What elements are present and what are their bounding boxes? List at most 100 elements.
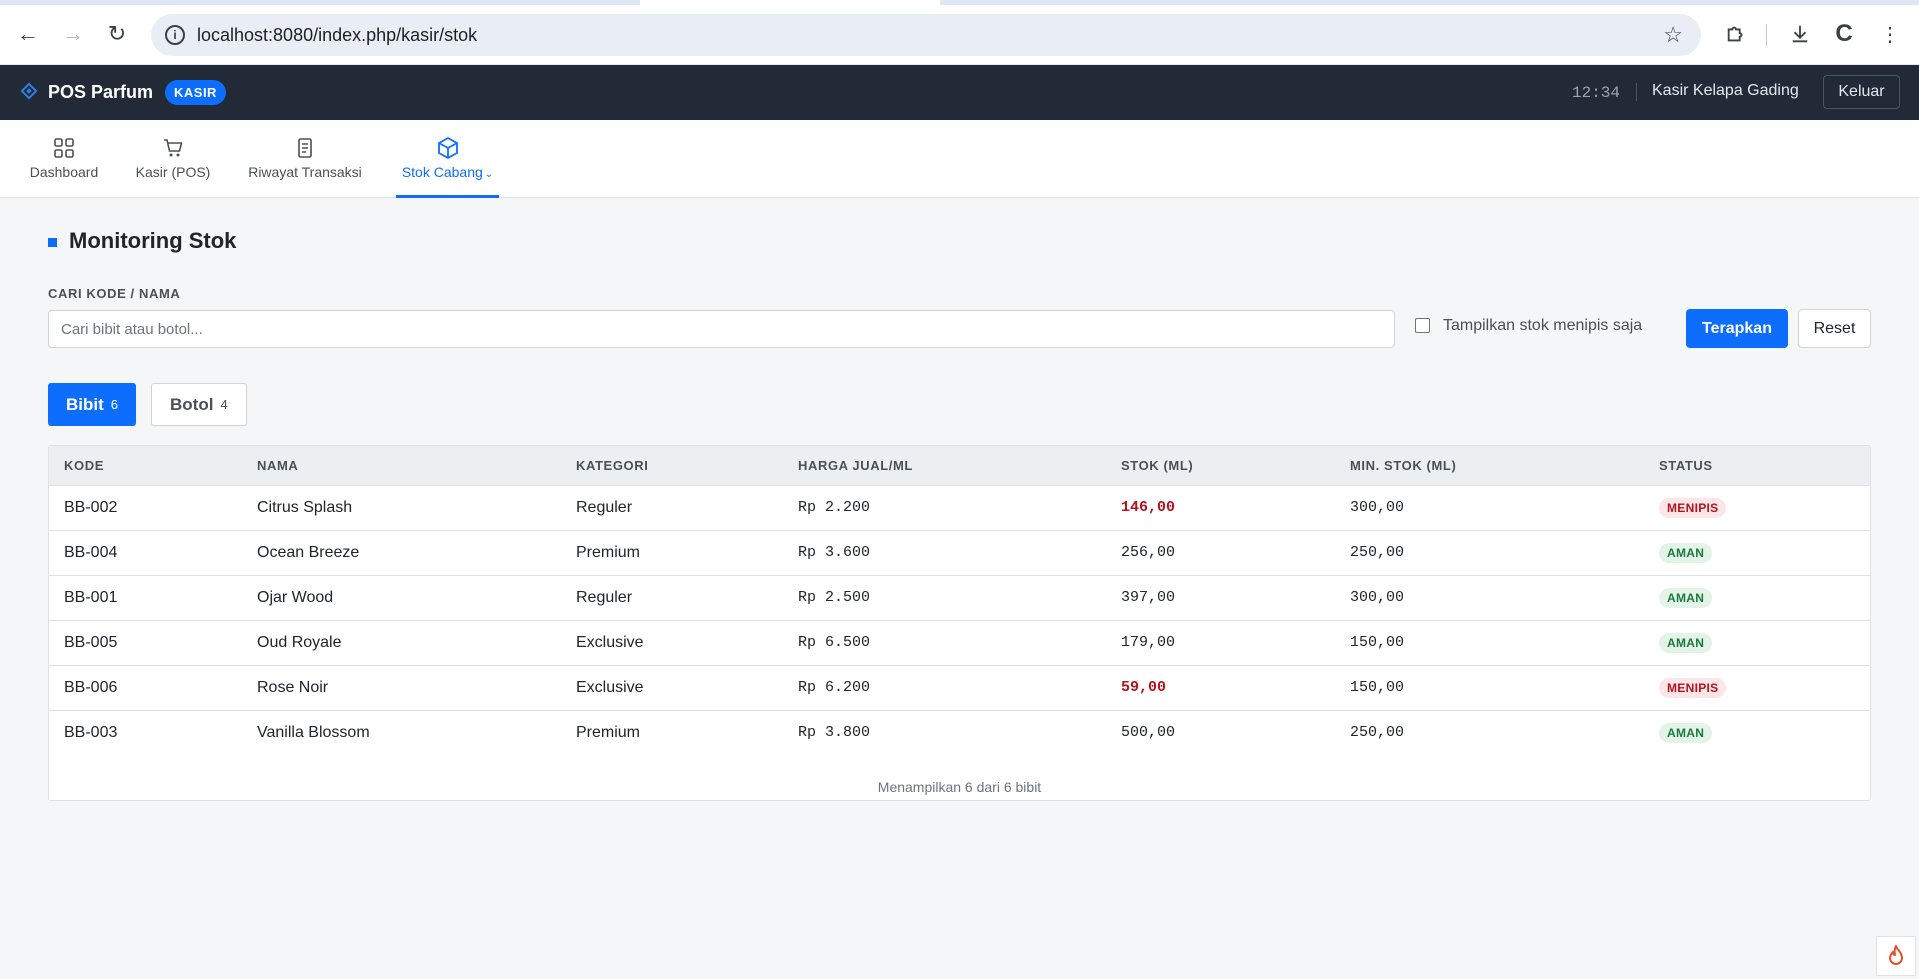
stock-table-card: KODE NAMA KATEGORI HARGA JUAL/ML STOK (M… [48, 445, 1871, 801]
cell-harga: Rp 3.800 [798, 724, 871, 742]
nav-item-stok-cabang[interactable]: Stok Cabang ⌄ [396, 120, 499, 198]
page-title: Monitoring Stok [69, 228, 237, 253]
url-text[interactable]: localhost:8080/index.php/kasir/stok [197, 25, 477, 46]
clock: 12:34 [1572, 84, 1621, 102]
cell-nama: Rose Noir [242, 665, 561, 711]
nav-item-dashboard[interactable]: Dashboard [28, 120, 100, 198]
chevron-down-icon: ⌄ [484, 169, 494, 180]
table-header-row: KODE NAMA KATEGORI HARGA JUAL/ML STOK (M… [49, 446, 1870, 486]
cell-nama: Oud Royale [242, 620, 561, 666]
reset-button[interactable]: Reset [1798, 309, 1871, 348]
nav-label: Riwayat Transaksi [248, 164, 362, 180]
tab-label: Bibit [66, 394, 104, 414]
status-badge: MENIPIS [1659, 497, 1727, 518]
cell-harga: Rp 3.600 [783, 530, 1106, 576]
cell-status: AMAN [1644, 620, 1870, 666]
cell-status: MENIPIS [1644, 485, 1870, 531]
cell-nama: Ojar Wood [242, 575, 561, 621]
receipt-icon [293, 136, 317, 160]
cell-kode: BB-001 [49, 575, 242, 621]
diamond-logo-icon [20, 82, 38, 100]
main-nav: Dashboard Kasir (POS) Riwayat Transaksi … [0, 120, 1919, 198]
cell-min-stok: 150,00 [1335, 620, 1644, 666]
app-header: POS Parfum KASIR 12:34 Kasir Kelapa Gadi… [0, 65, 1919, 120]
cell-kode: BB-005 [49, 620, 242, 666]
grid-icon [52, 136, 76, 160]
download-icon[interactable] [1786, 20, 1814, 48]
stock-table: KODE NAMA KATEGORI HARGA JUAL/ML STOK (M… [49, 446, 1870, 755]
tab-count: 6 [110, 397, 119, 412]
toolbar-divider [1766, 24, 1767, 46]
status-badge: AMAN [1659, 632, 1713, 653]
cell-kode: BB-002 [49, 485, 242, 531]
cell-min-stok: 300,00 [1335, 485, 1644, 531]
logout-button[interactable]: Keluar [1823, 75, 1900, 109]
role-badge: KASIR [165, 80, 226, 105]
cell-kode: BB-003 [64, 723, 118, 741]
tab-count: 4 [220, 397, 228, 412]
cell-kategori: Exclusive [561, 665, 783, 711]
reload-icon[interactable]: ↻ [103, 20, 131, 48]
header-divider [1636, 83, 1637, 101]
low-stock-checkbox[interactable] [1415, 318, 1430, 333]
cart-icon [161, 136, 185, 160]
browser-toolbar: ← → ↻ i localhost:8080/index.php/kasir/s… [0, 0, 1919, 65]
cell-nama: Ocean Breeze [242, 530, 561, 576]
cell-kategori: Premium [561, 530, 783, 576]
cell-min-stok: 250,00 [1350, 724, 1405, 742]
cell-kategori: Reguler [561, 485, 783, 531]
nav-item-kasir[interactable]: Kasir (POS) [135, 120, 211, 198]
site-info-icon[interactable]: i [165, 25, 185, 45]
nav-label: Stok Cabang ⌄ [401, 164, 494, 180]
column-header-kode: KODE [49, 446, 242, 486]
tab-strip [0, 0, 1919, 5]
forward-icon[interactable]: → [59, 20, 87, 48]
extensions-icon[interactable] [1722, 20, 1750, 48]
table-row: BB-003 Vanilla Blossom Premium Rp 3.800 … [49, 710, 1870, 755]
cell-min-stok: 150,00 [1335, 665, 1644, 711]
table-row: BB-001 Ojar Wood Reguler Rp 2.500 397,00… [49, 575, 1870, 621]
cell-harga: Rp 6.500 [783, 620, 1106, 666]
tab-botol[interactable]: Botol 4 [151, 383, 247, 426]
cell-stok: 179,00 [1106, 620, 1335, 666]
cell-stok: 397,00 [1106, 575, 1335, 621]
active-browser-tab[interactable] [640, 0, 940, 5]
cell-kategori: Exclusive [561, 620, 783, 666]
cell-nama: Citrus Splash [242, 485, 561, 531]
cell-status: AMAN [1644, 575, 1870, 621]
cell-nama: Vanilla Blossom [257, 723, 370, 741]
cell-stok: 59,00 [1106, 665, 1335, 711]
nav-label: Dashboard [29, 164, 99, 180]
column-header-min-stok: MIN. STOK (ML) [1335, 446, 1644, 486]
address-bar[interactable]: i localhost:8080/index.php/kasir/stok ☆ [151, 14, 1701, 56]
low-stock-label[interactable]: Tampilkan stok menipis saja [1443, 317, 1642, 335]
cell-kategori: Reguler [561, 575, 783, 621]
back-icon[interactable]: ← [14, 20, 42, 48]
cell-kategori: Premium [576, 723, 641, 741]
apply-button[interactable]: Terapkan [1686, 309, 1788, 348]
column-header-status: STATUS [1644, 446, 1870, 486]
column-header-stok: STOK (ML) [1106, 446, 1335, 486]
cell-kode: BB-006 [49, 665, 242, 711]
cell-harga: Rp 2.500 [783, 575, 1106, 621]
bookmark-star-icon[interactable]: ☆ [1663, 22, 1683, 48]
column-header-kategori: KATEGORI [561, 446, 783, 486]
user-name: Kasir Kelapa Gading [1652, 82, 1799, 99]
cell-harga: Rp 2.200 [783, 485, 1106, 531]
status-badge: AMAN [1659, 722, 1713, 743]
nav-item-riwayat[interactable]: Riwayat Transaksi [246, 120, 364, 198]
table-row: BB-006 Rose Noir Exclusive Rp 6.200 59,0… [49, 665, 1870, 711]
flame-icon[interactable] [1876, 936, 1916, 976]
cell-kode: BB-004 [49, 530, 242, 576]
profile-icon[interactable]: C [1830, 20, 1858, 48]
brand-name: POS Parfum [48, 82, 154, 102]
tab-bibit[interactable]: Bibit 6 [48, 383, 137, 426]
cell-stok: 146,00 [1106, 485, 1335, 531]
cell-status: AMAN [1644, 530, 1870, 576]
column-header-harga: HARGA JUAL/ML [783, 446, 1106, 486]
status-badge: MENIPIS [1659, 677, 1727, 698]
more-menu-icon[interactable]: ⋮ [1876, 20, 1904, 48]
search-input[interactable] [48, 310, 1395, 348]
cell-stok: 500,00 [1121, 724, 1176, 742]
cell-stok: 256,00 [1106, 530, 1335, 576]
